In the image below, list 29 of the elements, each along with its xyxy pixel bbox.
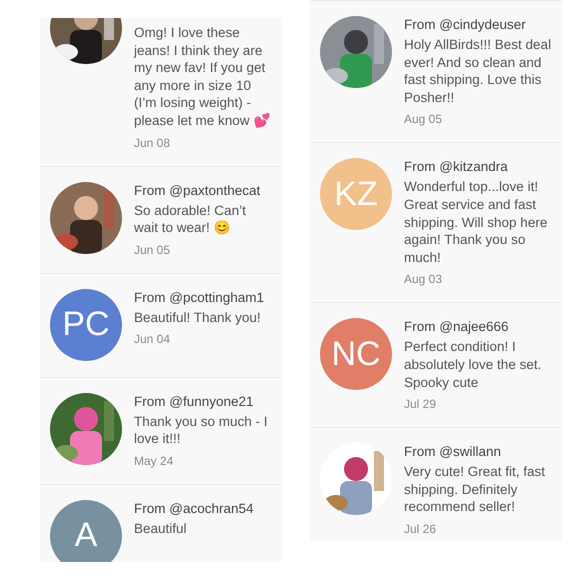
reviewer-name[interactable]: From @cindydeuser [404, 16, 552, 34]
review-message: So adorable! Can’t wait to wear! 😊 [134, 202, 247, 237]
review-message: Beautiful! Thank you! [134, 308, 262, 326]
reviewer-name[interactable]: From @paxtonthecat [134, 182, 272, 200]
review-message: Perfect condition! I absolutely love the set. Spooky cute [404, 338, 542, 392]
initials-avatar: KZ [320, 158, 392, 230]
review-date: Jun 05 [134, 242, 172, 257]
reviewer-name[interactable]: From @najee666 [404, 318, 552, 336]
review-message: Thank you so much - I love it!!! [134, 412, 269, 448]
review-date: Jun 08 [134, 136, 172, 150]
review-date: Jun 04 [134, 332, 172, 346]
review-date: Aug 05 [404, 112, 444, 126]
initials-avatar: NC [320, 318, 392, 390]
initials-avatar: PC [50, 288, 122, 361]
reviewer-name[interactable]: From @funnyone21 [134, 392, 272, 411]
review-message: Holy AllBirds!!! Best deal ever! And so clean and fast shipping. Love this Posher!! [404, 36, 552, 106]
review-date: Aug 03 [404, 272, 444, 286]
review-message: Omg! I love these jeans! I think they are my new fav! If you get any more in size 10 (I’m losing weight) - please let me know 💕 [134, 24, 272, 130]
review-date: May 24 [134, 454, 174, 468]
review-date: Jul 29 [404, 397, 438, 412]
reviewer-name[interactable]: From @kitzandra [404, 158, 552, 176]
reviewer-name[interactable]: From @acochran54 [134, 500, 254, 518]
reviewer-name[interactable]: From @swillann [404, 443, 552, 462]
review-date: Jul 26 [404, 522, 438, 536]
review-message: Beautiful [134, 520, 188, 538]
reviewer-name[interactable]: From @pcottingham1 [134, 288, 264, 307]
review-message: Wonderful top...love it! Great service and fast shipping. Will shop here again! Thank you so much! [404, 178, 548, 266]
initials-avatar: A [50, 500, 122, 562]
review-message: Very cute! Great fit, fast shipping. Definitely recommend seller! [404, 463, 546, 516]
